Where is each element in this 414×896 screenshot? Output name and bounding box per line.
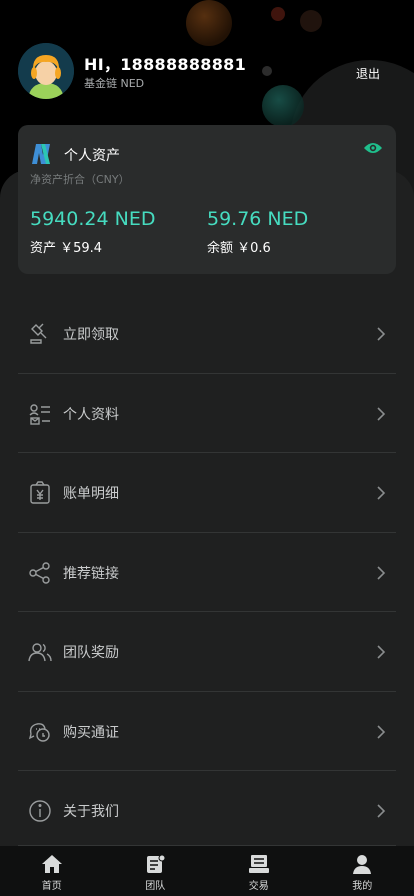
tab-team[interactable]: 团队 bbox=[104, 846, 208, 896]
tab-home[interactable]: 首页 bbox=[0, 846, 104, 896]
team-doc-icon bbox=[147, 854, 166, 873]
chevron-right-icon bbox=[377, 645, 386, 659]
menu-item-buy-token[interactable]: 购买通证 bbox=[18, 692, 396, 771]
team-icon bbox=[28, 643, 52, 662]
menu-item-label: 购买通证 bbox=[63, 724, 119, 741]
asset-card: 个人资产 净资产折合（CNY） 5940.24 NED 59.76 NED 资产… bbox=[18, 125, 396, 274]
menu-item-bills[interactable]: 账单明细 bbox=[18, 453, 396, 533]
tab-label: 我的 bbox=[352, 881, 373, 892]
menu-item-team-reward[interactable]: 团队奖励 bbox=[18, 612, 396, 692]
logout-button[interactable]: 退出 bbox=[356, 65, 380, 82]
tab-label: 团队 bbox=[145, 881, 166, 892]
menu-item-label: 个人资料 bbox=[63, 406, 119, 423]
asset-amount: 5940.24 NED bbox=[30, 208, 156, 230]
gavel-icon bbox=[30, 323, 47, 344]
chevron-right-icon bbox=[377, 486, 386, 500]
user-icon bbox=[353, 855, 372, 874]
balance-label: 余额 ￥0.6 bbox=[207, 241, 271, 256]
avatar-icon bbox=[18, 43, 74, 99]
menu-item-label: 立即领取 bbox=[63, 327, 119, 343]
chevron-right-icon bbox=[377, 565, 386, 580]
menu-item-label: 推荐链接 bbox=[63, 565, 119, 582]
menu-list: 立即领取 个人资料 账单明细 推荐链接 团队奖励 购买通证 关于我们 bbox=[18, 294, 396, 846]
greeting-text: HI，18888888881 bbox=[84, 55, 247, 74]
avatar[interactable] bbox=[18, 43, 74, 99]
chevron-right-icon bbox=[377, 327, 386, 341]
tab-trade[interactable]: 交易 bbox=[207, 846, 311, 896]
bottom-tab-bar: 首页 团队 交易 我的 bbox=[0, 846, 414, 896]
menu-item-about[interactable]: 关于我们 bbox=[18, 771, 396, 846]
tab-mine[interactable]: 我的 bbox=[311, 846, 414, 896]
asset-card-subtitle: 净资产折合（CNY） bbox=[30, 173, 130, 186]
chain-label: 基金链 NED bbox=[84, 77, 145, 90]
menu-item-label: 账单明细 bbox=[63, 486, 119, 502]
brand-logo-icon bbox=[32, 144, 50, 164]
chevron-right-icon bbox=[377, 724, 386, 739]
eye-icon[interactable] bbox=[363, 141, 383, 155]
asset-card-title: 个人资产 bbox=[64, 148, 120, 164]
info-icon bbox=[29, 800, 51, 822]
chevron-right-icon bbox=[377, 804, 386, 818]
tab-label: 交易 bbox=[248, 881, 269, 892]
asset-label: 资产 ￥59.4 bbox=[30, 241, 103, 256]
chat-bubbles-icon bbox=[28, 722, 50, 742]
trade-icon bbox=[248, 855, 269, 873]
menu-item-profile[interactable]: 个人资料 bbox=[18, 374, 396, 453]
bill-icon bbox=[30, 481, 50, 504]
menu-item-referral[interactable]: 推荐链接 bbox=[18, 533, 396, 612]
menu-item-claim[interactable]: 立即领取 bbox=[18, 294, 396, 374]
user-header: HI，18888888881 基金链 NED 退出 bbox=[0, 0, 414, 120]
tab-label: 首页 bbox=[41, 881, 62, 892]
home-icon bbox=[41, 855, 62, 873]
menu-item-label: 关于我们 bbox=[63, 804, 119, 820]
chevron-right-icon bbox=[377, 406, 386, 421]
menu-item-label: 团队奖励 bbox=[63, 645, 119, 661]
share-icon bbox=[29, 561, 50, 584]
profile-card-icon bbox=[29, 403, 50, 425]
balance-amount: 59.76 NED bbox=[207, 208, 309, 230]
